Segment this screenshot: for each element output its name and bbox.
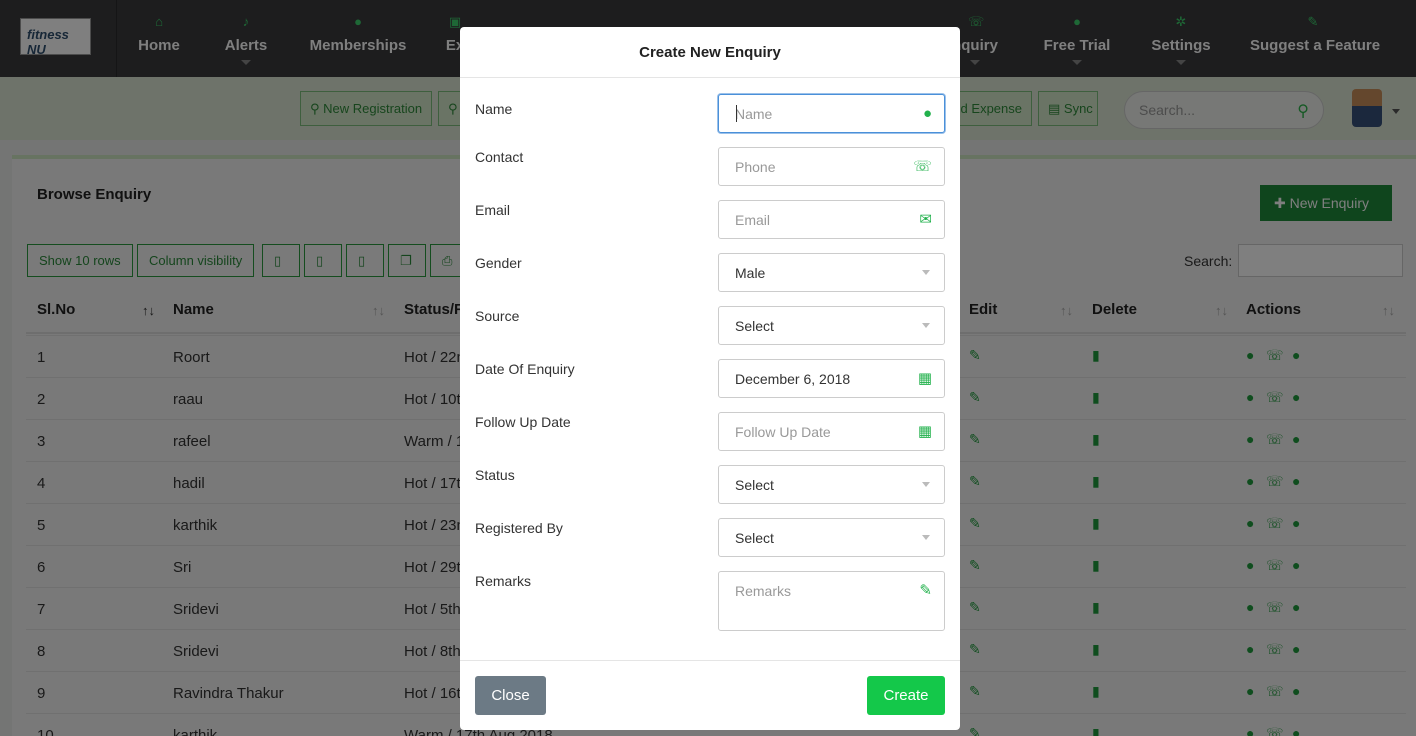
envelope-icon: ✉: [919, 211, 932, 228]
date-of-enquiry-input[interactable]: December 6, 2018 ▦: [718, 359, 945, 398]
gender-label: Gender: [475, 255, 522, 271]
status-label: Status: [475, 467, 515, 483]
remarks-label: Remarks: [475, 573, 532, 589]
follow-up-date-input[interactable]: Follow Up Date ▦: [718, 412, 945, 451]
registered-by-label: Registered By: [475, 520, 563, 536]
followup-label: Follow Up Date: [475, 414, 571, 430]
remarks-textarea[interactable]: Remarks ✎: [718, 571, 945, 631]
user-icon: ●: [922, 105, 932, 122]
name-input[interactable]: Name ●: [718, 94, 945, 133]
phone-icon: ☏: [913, 158, 932, 175]
create-enquiry-modal: Create New Enquiry Name Name ● Contact Ph…: [460, 27, 960, 730]
create-button[interactable]: Create: [867, 676, 945, 715]
chevron-down-icon: [922, 535, 930, 540]
chevron-down-icon: [922, 482, 930, 487]
email-label: Email: [475, 202, 511, 218]
source-label: Source: [475, 308, 520, 324]
source-select[interactable]: Select: [718, 306, 945, 345]
status-select[interactable]: Select: [718, 465, 945, 504]
modal-title: Create New Enquiry: [460, 27, 960, 78]
chevron-down-icon: [922, 270, 930, 275]
date-label: Date Of Enquiry: [475, 361, 575, 377]
calendar-icon: ▦: [917, 423, 932, 440]
gender-select[interactable]: Male: [718, 253, 945, 292]
name-label: Name: [475, 101, 513, 117]
close-button[interactable]: Close: [475, 676, 546, 715]
text-caret: [736, 105, 737, 122]
contact-label: Contact: [475, 149, 524, 165]
email-input[interactable]: Email ✉: [718, 200, 945, 239]
phone-input[interactable]: Phone ☏: [718, 147, 945, 186]
chevron-down-icon: [922, 323, 930, 328]
edit-icon: ✎: [919, 582, 932, 599]
modal-footer: Close Create: [460, 660, 960, 730]
calendar-icon: ▦: [917, 370, 932, 387]
registered-by-select[interactable]: Select: [718, 518, 945, 557]
